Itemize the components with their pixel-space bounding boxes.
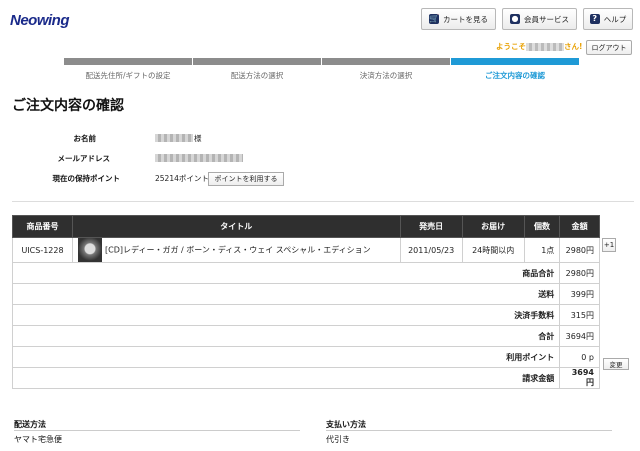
points-value: 25214ポイント: [155, 174, 209, 183]
help-button[interactable]: ? ヘルプ: [583, 8, 633, 30]
product-thumbnail[interactable]: [78, 238, 103, 262]
step-bar-shipping-address: [64, 58, 192, 65]
col-price: 金額: [559, 215, 600, 238]
welcome-prefix: ようこそ: [496, 42, 526, 51]
payment-method-value: 代引き: [326, 435, 350, 444]
page-title: ご注文内容の確認: [12, 98, 124, 114]
table-row: UICS-1228 [CD]レディー・ガガ / ボーン・ディス・ウェイ スペシャ…: [11, 237, 600, 263]
billing-value: 3694円: [559, 367, 600, 389]
order-table: 商品番号 タイトル 発売日 お届け 個数 金額 UICS-1228 [CD]レデ…: [11, 215, 600, 389]
total-value: 3694円: [559, 325, 600, 347]
item-price: 2980円: [559, 237, 600, 263]
step-label-shipping-address: 配送先住所/ギフトの設定: [85, 71, 171, 80]
summary-row-fee: 決済手数料 315円: [11, 304, 600, 326]
step-label-confirm: ご注文内容の確認: [485, 71, 545, 80]
use-points-button[interactable]: ポイントを利用する: [208, 172, 284, 186]
step-label-delivery-method: 配送方法の選択: [230, 71, 284, 80]
help-label: ヘルプ: [603, 14, 627, 24]
step-label-payment-method: 決済方法の選択: [359, 71, 413, 80]
cart-icon: 🛒: [429, 14, 439, 24]
table-header-row: 商品番号 タイトル 発売日 お届け 個数 金額: [11, 215, 600, 238]
subtotal-label: 商品合計: [11, 262, 561, 284]
total-label: 合計: [11, 325, 561, 347]
shipping-label: 送料: [11, 283, 561, 305]
delivery-method-label: 配送方法: [14, 420, 46, 429]
col-quantity: 個数: [523, 215, 561, 238]
masked-username: [526, 43, 564, 51]
member-service-button[interactable]: ● 会員サービス: [502, 8, 577, 30]
help-icon: ?: [589, 14, 600, 24]
item-delivery: 24時間以内: [461, 237, 525, 263]
summary-row-billing: 請求金額 3694円: [11, 367, 600, 389]
subtotal-value: 2980円: [559, 262, 600, 284]
view-cart-button[interactable]: 🛒 カートを見る: [421, 8, 496, 30]
name-suffix: 様: [194, 134, 202, 143]
step-bar-delivery-method: [193, 58, 321, 65]
logout-button[interactable]: ログアウト: [586, 40, 632, 55]
welcome-suffix: さん!: [564, 42, 583, 51]
item-title[interactable]: [CD]レディー・ガガ / ボーン・ディス・ウェイ スペシャル・エディション: [105, 246, 371, 255]
name-label: お名前: [73, 134, 97, 143]
col-delivery: お届け: [461, 215, 525, 238]
delivery-divider: [14, 430, 300, 431]
item-quantity: 1点: [523, 237, 561, 263]
billing-label: 請求金額: [11, 367, 561, 389]
change-points-button[interactable]: 変更: [603, 358, 629, 370]
neowing-logo[interactable]: Neowing: [10, 12, 70, 29]
email-label: メールアドレス: [57, 154, 111, 163]
step-bar-payment-method: [322, 58, 450, 65]
used-points-value: 0 p: [559, 346, 600, 368]
col-title: タイトル: [72, 215, 401, 238]
summary-row-total: 合計 3694円: [11, 325, 600, 347]
summary-row-shipping: 送料 399円: [11, 283, 600, 305]
fee-label: 決済手数料: [11, 304, 561, 326]
increase-quantity-button[interactable]: +1: [602, 238, 616, 252]
summary-row-points: 利用ポイント 0 p: [11, 346, 600, 368]
summary-row-subtotal: 商品合計 2980円: [11, 262, 600, 284]
item-title-cell: [CD]レディー・ガガ / ボーン・ディス・ウェイ スペシャル・エディション: [72, 237, 401, 263]
item-code: UICS-1228: [11, 237, 74, 263]
masked-email: [155, 154, 243, 162]
payment-method-label: 支払い方法: [326, 420, 366, 429]
masked-name: [155, 134, 193, 142]
col-release-date: 発売日: [399, 215, 463, 238]
welcome-message: ようこそ さん!: [496, 41, 582, 52]
delivery-method-value: ヤマト宅急便: [14, 435, 62, 444]
item-release-date: 2011/05/23: [399, 237, 463, 263]
view-cart-label: カートを見る: [443, 14, 488, 24]
shipping-value: 399円: [559, 283, 600, 305]
divider: [12, 201, 634, 202]
payment-divider: [326, 430, 612, 431]
step-bar-confirm: [451, 58, 579, 65]
user-icon: ●: [510, 14, 520, 24]
points-label: 現在の保持ポイント: [52, 174, 121, 183]
member-service-label: 会員サービス: [524, 14, 569, 24]
fee-value: 315円: [559, 304, 600, 326]
col-product-code: 商品番号: [11, 215, 74, 238]
used-points-label: 利用ポイント: [11, 346, 561, 368]
